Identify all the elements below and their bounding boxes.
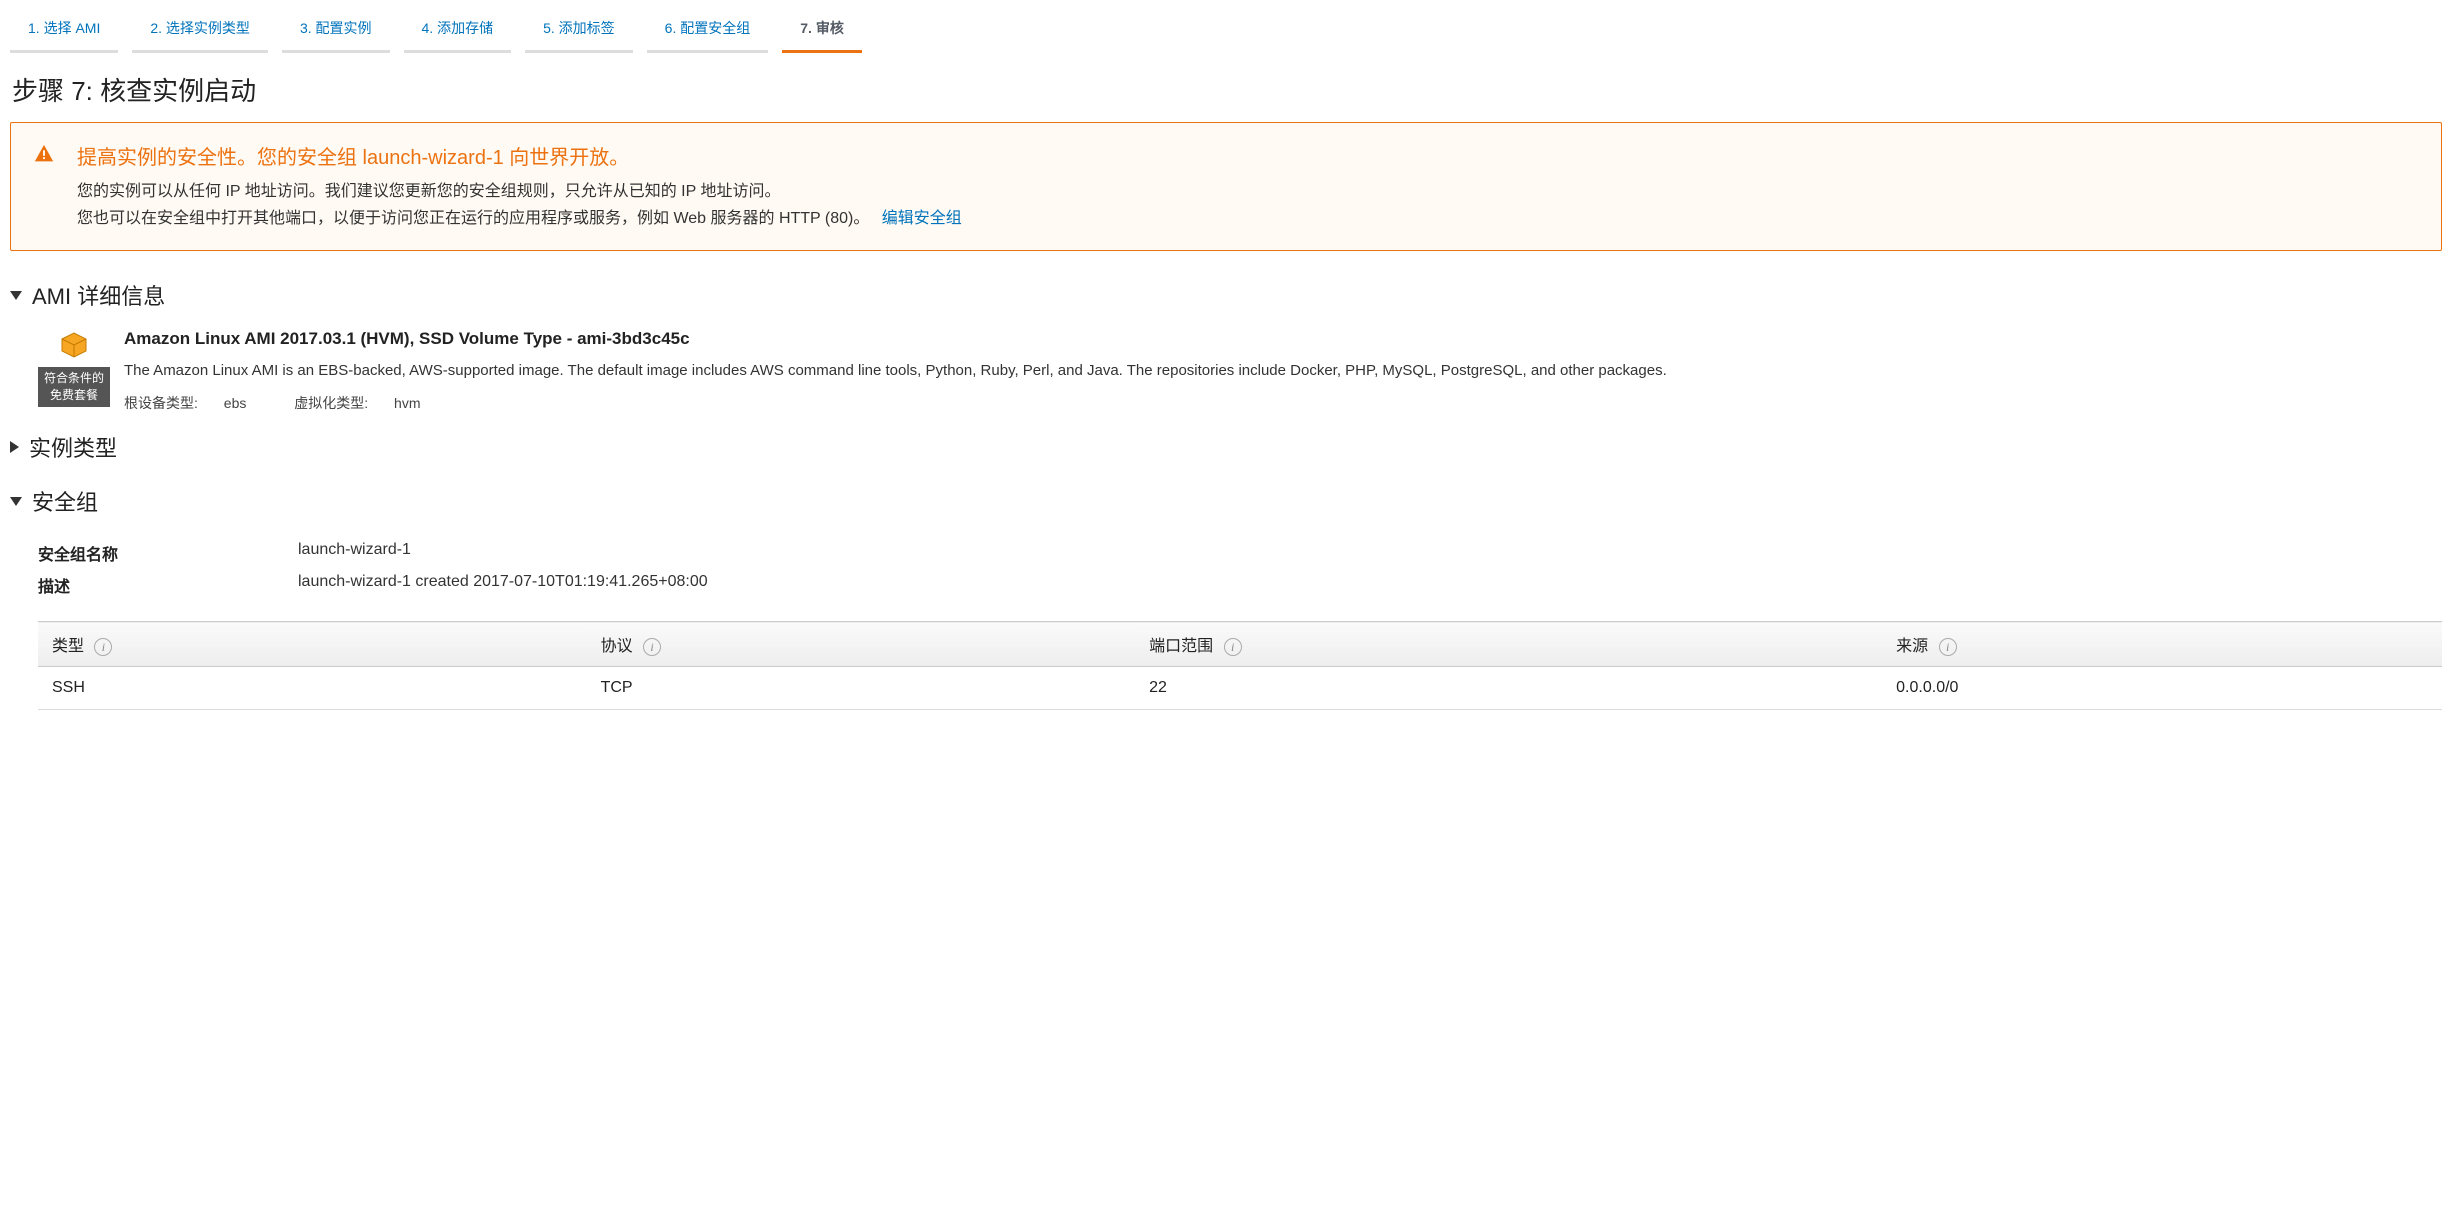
alert-body: 提高实例的安全性。您的安全组 launch-wizard-1 向世界开放。 您的… <box>77 141 2419 232</box>
sg-desc-value: launch-wizard-1 created 2017-07-10T01:19… <box>298 573 708 597</box>
root-device-meta: 根设备类型: ebs <box>124 395 272 411</box>
th-protocol: 协议 i <box>587 622 1136 667</box>
page-title: 步骤 7: 核查实例启动 <box>12 71 2442 108</box>
ami-section-body: 符合条件的 免费套餐 Amazon Linux AMI 2017.03.1 (H… <box>10 315 2442 413</box>
sg-rules-table: 类型 i 协议 i 端口范围 i 来源 i <box>38 621 2442 710</box>
instance-type-title: 实例类型 <box>29 431 117 463</box>
security-warning-alert: 提高实例的安全性。您的安全组 launch-wizard-1 向世界开放。 您的… <box>10 122 2442 251</box>
table-row: SSH TCP 22 0.0.0.0/0 <box>38 667 2442 710</box>
sg-desc-label: 描述 <box>38 573 298 597</box>
alert-line2-text: 您也可以在安全组中打开其他端口，以便于访问您正在运行的应用程序或服务，例如 We… <box>77 210 869 227</box>
security-group-section: 安全组 安全组名称 launch-wizard-1 描述 launch-wiza… <box>10 481 2442 710</box>
cell-source: 0.0.0.0/0 <box>1882 667 2442 710</box>
sg-name-value: launch-wizard-1 <box>298 541 411 565</box>
instance-type-section: 实例类型 <box>10 427 2442 467</box>
instance-type-header[interactable]: 实例类型 <box>10 427 2442 467</box>
info-icon[interactable]: i <box>643 638 661 656</box>
ami-meta: 根设备类型: ebs 虚拟化类型: hvm <box>124 393 2442 413</box>
ami-section-header[interactable]: AMI 详细信息 <box>10 275 2442 315</box>
info-icon[interactable]: i <box>94 638 112 656</box>
cell-port-range: 22 <box>1135 667 1882 710</box>
sg-name-label: 安全组名称 <box>38 541 298 565</box>
alert-text-1: 您的实例可以从任何 IP 地址访问。我们建议您更新您的安全组规则，只允许从已知的… <box>77 178 2419 205</box>
free-tier-badge: 符合条件的 免费套餐 <box>38 367 110 407</box>
wizard-tab-6[interactable]: 6. 配置安全组 <box>647 10 769 53</box>
amazon-linux-icon <box>58 329 90 361</box>
alert-title: 提高实例的安全性。您的安全组 launch-wizard-1 向世界开放。 <box>77 141 2419 170</box>
info-icon[interactable]: i <box>1939 638 1957 656</box>
cell-protocol: TCP <box>587 667 1136 710</box>
wizard-tab-7[interactable]: 7. 审核 <box>782 10 862 53</box>
sg-name-row: 安全组名称 launch-wizard-1 <box>38 541 2442 565</box>
ami-title: Amazon Linux AMI 2017.03.1 (HVM), SSD Vo… <box>124 329 2442 349</box>
security-group-header[interactable]: 安全组 <box>10 481 2442 521</box>
caret-down-icon <box>10 497 22 506</box>
warning-icon <box>33 143 55 165</box>
wizard-tabs: 1. 选择 AMI 2. 选择实例类型 3. 配置实例 4. 添加存储 5. 添… <box>10 0 2442 53</box>
ami-details-section: AMI 详细信息 符合条件的 免费套餐 Amazon Linux AMI 201… <box>10 275 2442 413</box>
alert-text-2: 您也可以在安全组中打开其他端口，以便于访问您正在运行的应用程序或服务，例如 We… <box>77 205 2419 232</box>
sg-desc-row: 描述 launch-wizard-1 created 2017-07-10T01… <box>38 573 2442 597</box>
ami-section-title: AMI 详细信息 <box>32 279 165 311</box>
th-type: 类型 i <box>38 622 587 667</box>
caret-down-icon <box>10 291 22 300</box>
ami-left-col: 符合条件的 免费套餐 <box>38 329 110 407</box>
wizard-tab-4[interactable]: 4. 添加存储 <box>404 10 512 53</box>
cell-type: SSH <box>38 667 587 710</box>
free-tier-line2: 免费套餐 <box>42 387 106 404</box>
sg-details: 安全组名称 launch-wizard-1 描述 launch-wizard-1… <box>10 541 2442 710</box>
info-icon[interactable]: i <box>1224 638 1242 656</box>
th-port-range: 端口范围 i <box>1135 622 1882 667</box>
wizard-tab-5[interactable]: 5. 添加标签 <box>525 10 633 53</box>
wizard-tab-3[interactable]: 3. 配置实例 <box>282 10 390 53</box>
ami-description: The Amazon Linux AMI is an EBS-backed, A… <box>124 359 2442 383</box>
security-group-title: 安全组 <box>32 485 98 517</box>
ami-content: Amazon Linux AMI 2017.03.1 (HVM), SSD Vo… <box>124 329 2442 413</box>
th-source: 来源 i <box>1882 622 2442 667</box>
free-tier-line1: 符合条件的 <box>42 370 106 387</box>
caret-right-icon <box>10 441 19 453</box>
wizard-tab-2[interactable]: 2. 选择实例类型 <box>132 10 268 53</box>
virt-type-meta: 虚拟化类型: hvm <box>294 395 442 411</box>
wizard-tab-1[interactable]: 1. 选择 AMI <box>10 10 118 53</box>
edit-security-group-link[interactable]: 编辑安全组 <box>882 210 962 227</box>
